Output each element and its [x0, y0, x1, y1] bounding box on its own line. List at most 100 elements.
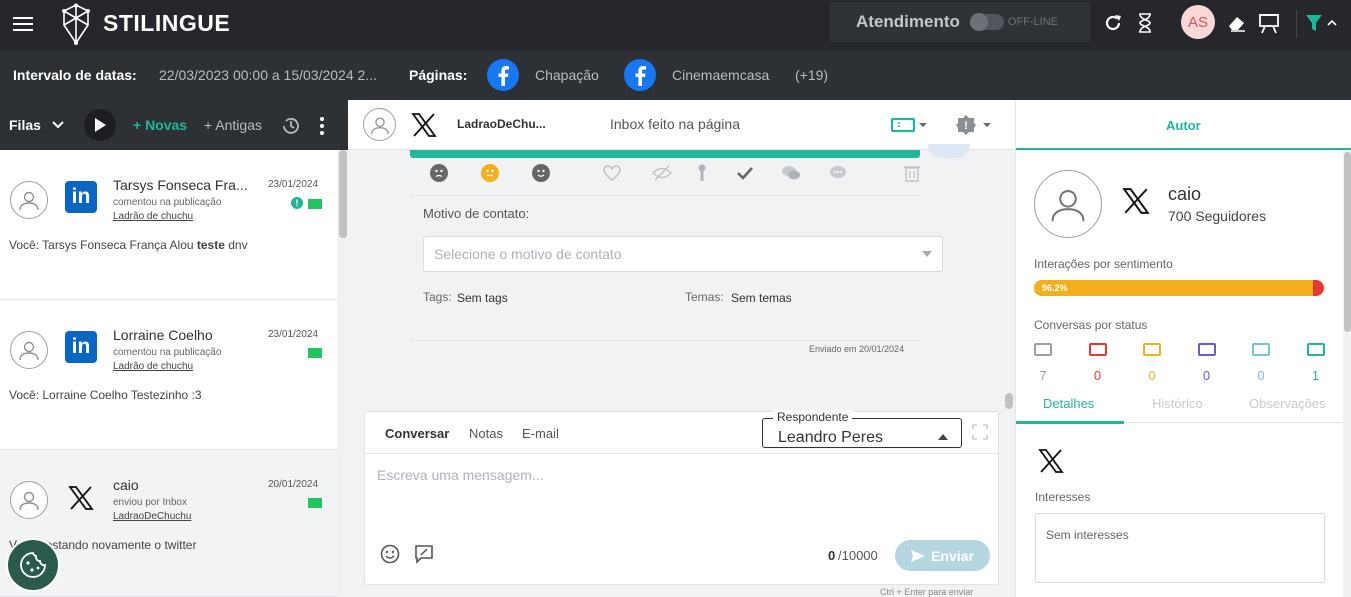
queue-title[interactable]: Filas	[9, 117, 41, 133]
conversation-action: comentou na publicação	[113, 347, 222, 358]
trash-icon[interactable]	[903, 164, 921, 182]
x-twitter-icon	[409, 110, 439, 140]
tab-conversar[interactable]: Conversar	[385, 426, 449, 441]
conversation-target-link[interactable]: Ladrão de chuchu	[113, 361, 193, 372]
expand-icon[interactable]	[971, 423, 989, 441]
themes-label: Temas:	[685, 290, 724, 304]
chevron-down-icon[interactable]	[50, 118, 66, 132]
sentiment-neutral-icon[interactable]	[481, 164, 499, 182]
status-count-item[interactable]: 0	[1088, 343, 1109, 383]
x-twitter-icon	[1120, 185, 1152, 217]
conversation-message: Você: Tarsys Fonseca França Alou teste d…	[9, 238, 248, 252]
attendance-label: Atendimento	[856, 12, 960, 31]
pages-label: Páginas:	[409, 67, 468, 83]
status-count-item[interactable]: 1	[1306, 343, 1327, 383]
conversation-card[interactable]: in Lorraine Coelho 23/01/2024 comentou n…	[0, 300, 337, 450]
author-tab-underline	[1016, 148, 1351, 150]
send-button[interactable]: Enviar	[895, 540, 990, 571]
ticket-icon	[1306, 343, 1325, 356]
divider	[410, 340, 920, 341]
message-input[interactable]: Escreva uma mensagem...	[377, 467, 544, 483]
tab-notas[interactable]: Notas	[469, 426, 503, 441]
page-name-1[interactable]: Chapação	[535, 67, 599, 83]
quick-reply-icon[interactable]	[413, 543, 435, 565]
facebook-icon	[624, 59, 656, 91]
linkedin-icon: in	[65, 331, 97, 363]
scrollbar-thumb[interactable]	[1344, 152, 1351, 332]
brand-logo-icon[interactable]	[60, 3, 92, 45]
more-options-icon[interactable]	[316, 115, 328, 137]
conversation-target-link[interactable]: Ladrão de chuchu	[113, 211, 193, 222]
author-name: caio	[1168, 184, 1202, 204]
chat-bubble-icon[interactable]	[828, 164, 848, 182]
interests-value: Sem interesses	[1046, 528, 1129, 542]
filter-icon[interactable]	[1305, 12, 1339, 34]
date-range-value[interactable]: 22/03/2023 00:00 a 15/03/2024 2...	[159, 67, 377, 83]
subtab-notes[interactable]: Observações	[1249, 396, 1326, 411]
old-conversations-button[interactable]: + Antigas	[204, 117, 262, 133]
pin-icon[interactable]	[695, 164, 709, 182]
status-count: 0	[1148, 368, 1156, 383]
subtab-history[interactable]: Histórico	[1152, 396, 1203, 411]
conversation-name: Tarsys Fonseca Fra...	[113, 177, 248, 193]
sentiment-positive-icon[interactable]	[532, 164, 550, 182]
hourglass-icon[interactable]	[1136, 11, 1154, 35]
subtab-details[interactable]: Detalhes	[1043, 396, 1094, 411]
cookie-settings-icon[interactable]	[8, 540, 58, 590]
status-count-item[interactable]: 0	[1143, 343, 1163, 383]
conversation-scrollbar[interactable]	[1003, 100, 1015, 597]
user-avatar[interactable]: AS	[1181, 5, 1215, 39]
scrollbar-thumb[interactable]	[1005, 393, 1013, 409]
conversation-target-link[interactable]: LadraoDeChuchu	[113, 511, 191, 522]
more-pages[interactable]: (+19)	[795, 67, 828, 83]
heart-icon[interactable]	[602, 164, 622, 182]
linkedin-icon: in	[65, 181, 97, 213]
presentation-icon[interactable]	[1257, 10, 1281, 36]
attendance-toggle[interactable]	[969, 13, 1004, 31]
hide-icon[interactable]	[652, 164, 672, 182]
conversation-date: 20/01/2024	[268, 479, 319, 490]
tags-value[interactable]: Sem tags	[457, 291, 508, 305]
toggle-knob	[969, 13, 988, 31]
message-actions-row	[430, 164, 930, 184]
facebook-icon	[487, 59, 519, 91]
comments-icon[interactable]	[780, 164, 802, 182]
status-count-item[interactable]: 7	[1034, 343, 1054, 383]
scrollbar-thumb[interactable]	[338, 150, 347, 238]
menu-icon[interactable]	[12, 14, 34, 34]
status-count: 0	[1202, 368, 1211, 383]
conversation-date: 23/01/2024	[268, 179, 319, 190]
emoji-icon[interactable]	[379, 543, 401, 565]
new-conversations-button[interactable]: + Novas	[133, 117, 187, 133]
status-count-item[interactable]: 0	[1197, 343, 1218, 383]
sentiment-negative-icon[interactable]	[430, 164, 448, 182]
queue-scrollbar[interactable]	[337, 150, 348, 597]
check-icon[interactable]	[735, 164, 755, 182]
tab-author[interactable]: Autor	[1166, 118, 1201, 133]
author-scrollbar[interactable]	[1343, 150, 1351, 597]
char-max: /10000	[838, 548, 878, 563]
refresh-icon[interactable]	[1102, 12, 1124, 34]
contact-reason-select[interactable]: Selecione o motivo de contato	[423, 236, 943, 272]
interests-box[interactable]: Sem interesses	[1035, 513, 1325, 583]
queue-panel: Filas + Novas + Antigas in Tarsys Fonsec…	[0, 100, 348, 597]
ticket-status-dropdown[interactable]	[891, 116, 931, 134]
tab-email[interactable]: E-mail	[522, 426, 559, 441]
eraser-icon[interactable]	[1226, 12, 1248, 34]
status-count-item[interactable]: 0	[1252, 343, 1272, 383]
play-button[interactable]	[84, 109, 116, 141]
sent-date: Enviado em 20/01/2024	[809, 344, 905, 354]
priority-dropdown[interactable]: !	[955, 113, 995, 137]
status-count: 7	[1039, 368, 1047, 383]
caret-down-icon	[922, 251, 932, 257]
themes-value[interactable]: Sem temas	[731, 291, 792, 305]
status-count: 0	[1257, 368, 1265, 383]
interests-label: Interesses	[1035, 490, 1091, 504]
conversation-card[interactable]: in Tarsys Fonseca Fra... 23/01/2024 come…	[0, 150, 337, 300]
page-name-2[interactable]: Cinemaemcasa	[672, 67, 769, 83]
sentiment-percent: 96.2%	[1042, 283, 1068, 293]
history-icon[interactable]	[280, 115, 302, 137]
ticket-icon	[1088, 343, 1107, 356]
respondent-select[interactable]: Respondente Leandro Peres	[762, 410, 962, 448]
subtab-underline	[1016, 421, 1124, 424]
